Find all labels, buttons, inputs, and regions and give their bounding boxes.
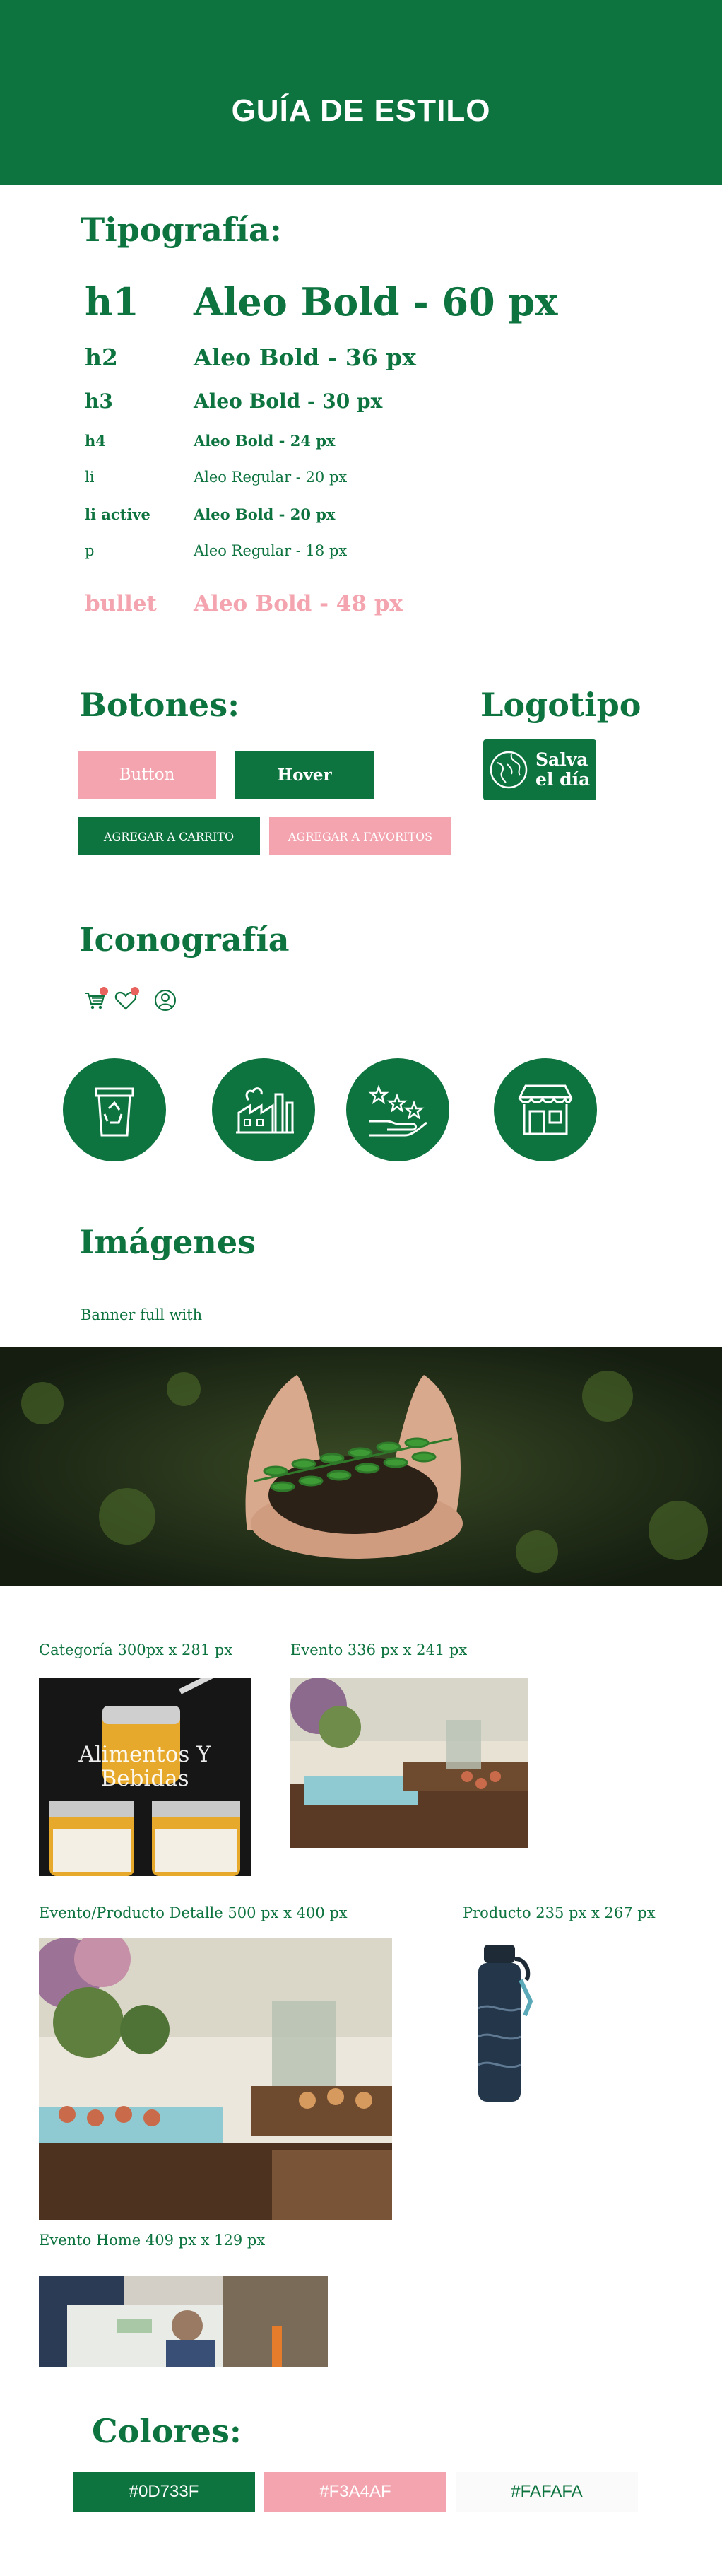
typo-row-h4: h4 Aleo Bold - 24 px — [0, 432, 722, 453]
typo-row-bullet: bullet Aleo Bold - 48 px — [0, 591, 722, 623]
detail-image — [39, 1938, 392, 2220]
user-icon[interactable] — [153, 988, 177, 1012]
event-label: Evento 336 px x 241 px — [290, 1641, 468, 1658]
typography-title: Tipografía: — [81, 211, 282, 249]
recycle-bin-icon — [63, 1058, 166, 1161]
product-label: Producto 235 px x 267 px — [463, 1904, 656, 1921]
product-image — [463, 1938, 555, 2107]
category-label: Categoría 300px x 281 px — [39, 1641, 233, 1658]
iconography-title: Iconografía — [79, 920, 290, 959]
banner-label: Banner full with — [81, 1306, 203, 1323]
typo-row-h1: h1 Aleo Bold - 60 px — [0, 279, 722, 329]
typo-desc: Aleo Regular - 18 px — [194, 542, 348, 559]
cart-badge — [100, 987, 108, 995]
typo-desc: Aleo Bold - 48 px — [194, 591, 403, 616]
typo-desc: Aleo Bold - 36 px — [194, 344, 416, 371]
heart-badge — [131, 987, 139, 995]
logo-title: Logotipo — [480, 686, 641, 724]
typo-tag: h3 — [85, 390, 113, 413]
category-image: Alimentos Y Bebidas — [39, 1678, 251, 1876]
typo-row-h3: h3 Aleo Bold - 30 px — [0, 390, 722, 416]
hand-stars-icon — [346, 1058, 449, 1161]
category-overlay-text: Alimentos Y Bebidas — [78, 1742, 211, 1791]
factory-icon — [212, 1058, 315, 1161]
brand-logo: Salva el día — [483, 739, 596, 800]
typo-row-h2: h2 Aleo Bold - 36 px — [0, 344, 722, 375]
colors-title: Colores: — [92, 2412, 242, 2450]
typo-row-li: li Aleo Regular - 20 px — [0, 469, 722, 490]
typo-tag: bullet — [85, 591, 157, 616]
buttons-title: Botones: — [79, 686, 240, 724]
page-title: GUÍA DE ESTILO — [231, 93, 491, 128]
logo-line-2: el día — [535, 769, 591, 790]
store-icon — [494, 1058, 597, 1161]
globe-icon — [490, 751, 528, 789]
home-label: Evento Home 409 px x 129 px — [39, 2232, 266, 2249]
swatch-white: #FAFAFA — [456, 2472, 638, 2512]
typo-tag: h1 — [85, 279, 139, 324]
typo-desc: Aleo Bold - 20 px — [194, 505, 336, 523]
swatch-pink: #F3A4AF — [264, 2472, 446, 2512]
banner-image — [0, 1347, 722, 1586]
home-image — [39, 2276, 328, 2367]
add-to-favorites-button[interactable]: AGREGAR A FAVORITOS — [269, 817, 451, 855]
event-image — [290, 1678, 528, 1848]
hover-button[interactable]: Hover — [235, 751, 374, 799]
images-title: Imágenes — [79, 1223, 256, 1261]
header-bar: GUÍA DE ESTILO — [0, 0, 722, 185]
swatch-green: #0D733F — [73, 2472, 255, 2512]
typo-tag: h2 — [85, 344, 118, 371]
typo-row-p: p Aleo Regular - 18 px — [0, 542, 722, 563]
heart-icon[interactable] — [114, 987, 139, 1012]
typo-tag: li — [85, 469, 95, 486]
logo-wordmark: Salva el día — [535, 750, 590, 790]
typo-tag: h4 — [85, 432, 106, 450]
typo-tag: p — [85, 542, 95, 559]
sample-button[interactable]: Button — [78, 751, 216, 799]
typo-desc: Aleo Regular - 20 px — [194, 469, 348, 486]
typo-desc: Aleo Bold - 60 px — [194, 279, 558, 324]
cart-icon[interactable] — [83, 987, 108, 1012]
typo-desc: Aleo Bold - 24 px — [194, 432, 336, 450]
detail-label: Evento/Producto Detalle 500 px x 400 px — [39, 1904, 348, 1921]
typo-desc: Aleo Bold - 30 px — [194, 390, 383, 413]
logo-line-1: Salva — [535, 749, 588, 770]
add-to-cart-button[interactable]: AGREGAR A CARRITO — [78, 817, 260, 855]
typo-row-li-active: li active Aleo Bold - 20 px — [0, 505, 722, 527]
typo-tag: li active — [85, 505, 150, 523]
